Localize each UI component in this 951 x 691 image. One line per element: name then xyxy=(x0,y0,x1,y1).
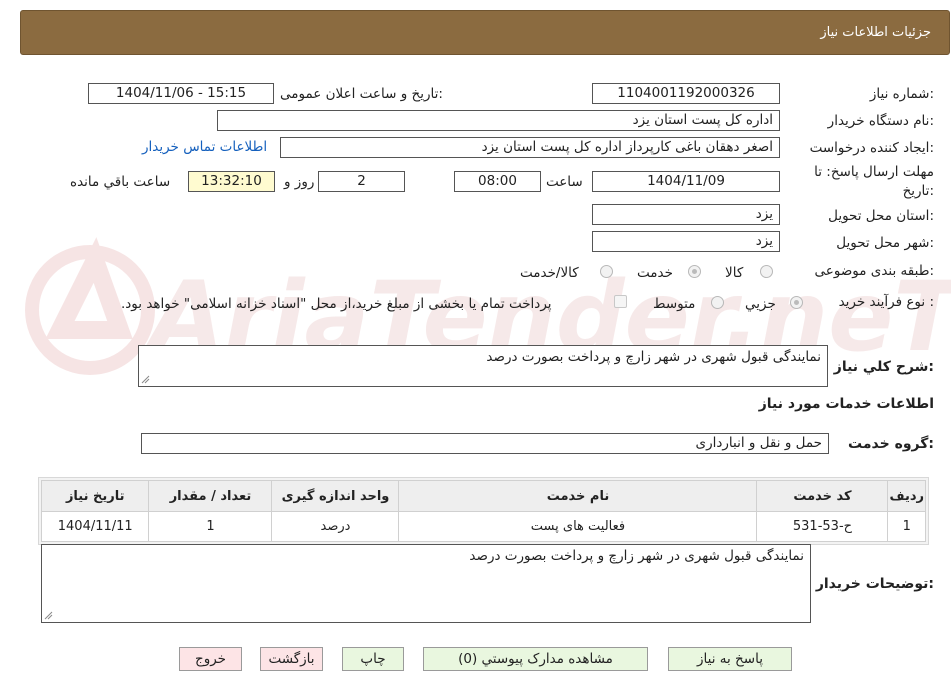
col-unit: واحد اندازه گیری xyxy=(271,480,400,512)
category-radio-goods[interactable] xyxy=(760,265,773,278)
summary-label: شرح کلي نياز: xyxy=(833,359,934,375)
services-table-container: ردیف کد خدمت نام خدمت واحد اندازه گیری ت… xyxy=(38,477,929,545)
announce-label: تاریخ و ساعت اعلان عمومی: xyxy=(280,86,443,102)
exit-button[interactable]: خروج xyxy=(179,647,242,671)
col-name: نام خدمت xyxy=(398,480,758,512)
table-row: 1 ح-53-531 فعالیت های پست درصد 1 1404/11… xyxy=(40,511,926,542)
col-row: ردیف xyxy=(887,480,926,512)
buyer-contact-link[interactable]: اطلاعات تماس خریدار xyxy=(142,139,267,155)
treasury-checkbox[interactable] xyxy=(614,295,627,308)
announce-date-field[interactable]: 1404/11/06 - 15:15 xyxy=(88,83,274,104)
services-table-header: ردیف کد خدمت نام خدمت واحد اندازه گیری ت… xyxy=(40,480,926,512)
province-label: استان محل تحویل: xyxy=(828,208,934,224)
need-number-label: شماره نیاز: xyxy=(869,86,934,102)
service-group-field[interactable]: حمل و نقل و انبارداری xyxy=(141,433,829,454)
reply-button[interactable]: پاسخ به نیاز xyxy=(668,647,792,671)
category-label: طبقه بندی موضوعی: xyxy=(814,263,934,279)
process-label: نوع فرآیند خرید : xyxy=(838,294,934,310)
cell-qty: 1 xyxy=(148,511,273,542)
page-header: جزئیات اطلاعات نیاز xyxy=(20,10,950,55)
process-radio-medium[interactable] xyxy=(711,296,724,309)
process-option-medium: متوسط xyxy=(653,296,696,312)
summary-textarea[interactable]: نمایندگی قبول شهری در شهر زارچ و پرداخت … xyxy=(138,345,828,387)
deadline-date-field[interactable]: 1404/11/09 xyxy=(592,171,780,192)
city-label: شهر محل تحویل: xyxy=(836,235,934,251)
cell-row: 1 xyxy=(887,511,926,542)
view-attachments-button[interactable]: مشاهده مدارک پیوستي (0) xyxy=(423,647,648,671)
page-title: جزئیات اطلاعات نیاز xyxy=(820,25,931,40)
buyer-notes-textarea[interactable]: نمایندگی قبول شهری در شهر زارچ و پرداخت … xyxy=(41,544,811,623)
cell-date: 1404/11/11 xyxy=(40,511,150,542)
deadline-time-label: ساعت xyxy=(546,174,583,190)
buyer-notes-text: نمایندگی قبول شهری در شهر زارچ و پرداخت … xyxy=(469,548,804,564)
services-table: ردیف کد خدمت نام خدمت واحد اندازه گیری ت… xyxy=(40,480,926,542)
remaining-time-field[interactable]: 13:32:10 xyxy=(188,171,275,192)
summary-text: نمایندگی قبول شهری در شهر زارچ و پرداخت … xyxy=(486,349,821,365)
category-radio-goods-service[interactable] xyxy=(600,265,613,278)
cell-code: ح-53-531 xyxy=(756,511,889,542)
province-field[interactable]: یزد xyxy=(592,204,780,225)
requester-label: ایجاد کننده درخواست: xyxy=(809,140,934,156)
cell-name: فعالیت های پست xyxy=(398,511,758,542)
col-code: کد خدمت xyxy=(756,480,889,512)
cell-unit: درصد xyxy=(271,511,400,542)
services-section-title: اطلاعات خدمات مورد نیاز xyxy=(758,396,934,412)
remaining-label: ساعت باقي مانده xyxy=(70,174,171,190)
buyer-notes-label: توضیحات خریدار: xyxy=(815,576,934,592)
days-remaining-field[interactable]: 2 xyxy=(318,171,405,192)
requester-field[interactable]: اصغر دهقان باغی کارپرداز اداره کل پست اس… xyxy=(280,137,780,158)
resize-grip-icon[interactable] xyxy=(43,610,53,620)
col-qty: تعداد / مقدار xyxy=(148,480,273,512)
deadline-label: مهلت ارسال پاسخ: تا xyxy=(814,164,934,180)
category-option-goods: کالا xyxy=(725,265,744,281)
col-date: تاریخ نیاز xyxy=(40,480,150,512)
days-label: روز و xyxy=(284,174,315,190)
buyer-org-label: نام دستگاه خریدار: xyxy=(827,113,934,129)
category-option-goods-service: کالا/خدمت xyxy=(520,265,579,281)
need-number-field[interactable]: 1104001192000326 xyxy=(592,83,780,104)
category-option-service: خدمت xyxy=(637,265,673,281)
deadline-label-date: تاریخ: xyxy=(902,183,934,199)
treasury-note: پرداخت تمام یا بخشی از مبلغ خرید،از محل … xyxy=(121,296,552,312)
print-button[interactable]: چاپ xyxy=(342,647,404,671)
process-option-minor: جزيي xyxy=(745,296,776,312)
category-radio-service[interactable] xyxy=(688,265,701,278)
process-radio-minor[interactable] xyxy=(790,296,803,309)
resize-grip-icon[interactable] xyxy=(140,374,150,384)
city-field[interactable]: یزد xyxy=(592,231,780,252)
buyer-org-field[interactable]: اداره کل پست استان یزد xyxy=(217,110,780,131)
back-button[interactable]: بازگشت xyxy=(260,647,323,671)
service-group-label: گروه خدمت: xyxy=(848,436,934,452)
deadline-time-field[interactable]: 08:00 xyxy=(454,171,541,192)
